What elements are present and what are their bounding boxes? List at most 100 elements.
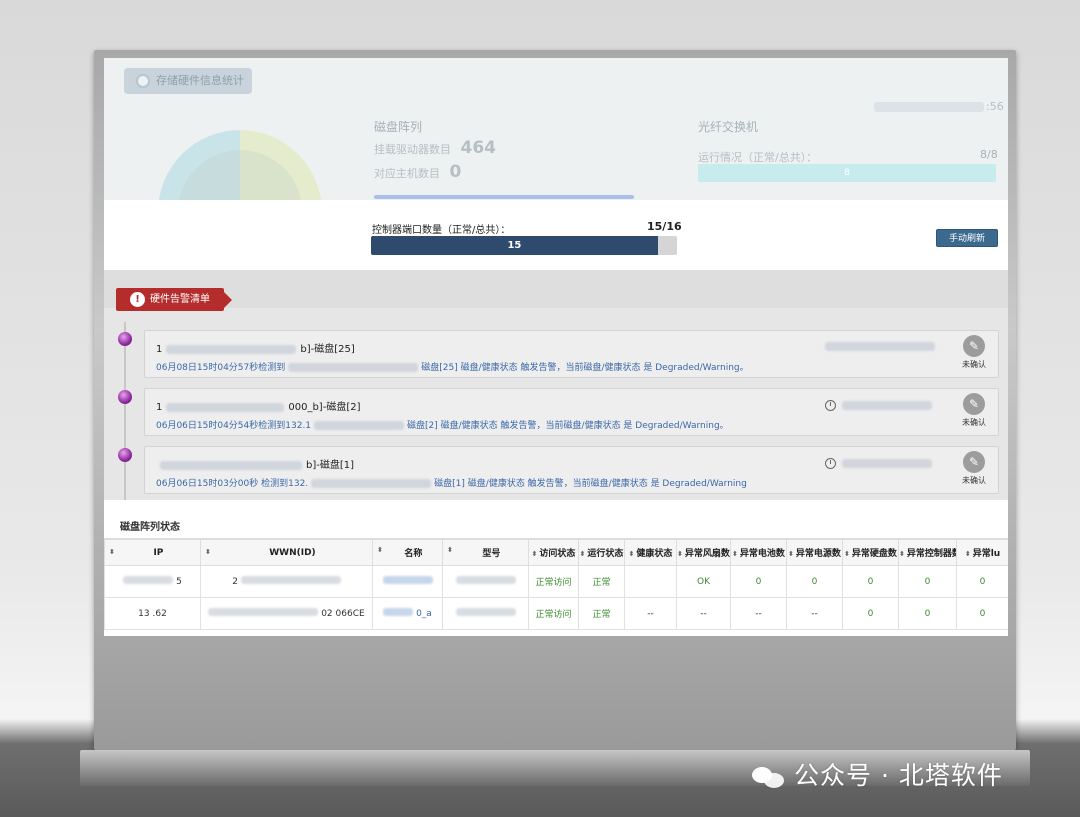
cell-access: 正常访问 bbox=[528, 597, 579, 630]
hardware-stats-label: 存储硬件信息统计 bbox=[156, 74, 244, 87]
clock-icon bbox=[825, 400, 836, 411]
alarm-description: 06月06日15时04分54秒检测到132.1 磁盘[2] 磁盘/健康状态 触发告… bbox=[156, 421, 729, 431]
alarm-item[interactable]: 1 b]-磁盘[25] 06月08日15时04分57秒检测到 磁盘[25] 磁盘/健… bbox=[144, 330, 999, 378]
alarm-description: 06月06日15时03分00秒 检测到132. 磁盘[1] 磁盘/健康状态 触发告… bbox=[156, 479, 747, 489]
host-count-row: 对应主机数目 0 bbox=[374, 162, 461, 182]
alarm-time bbox=[825, 342, 935, 352]
confirm-status: 未确认 bbox=[962, 360, 986, 369]
sort-icon: ⬍ bbox=[677, 550, 683, 558]
driver-count-row: 挂载驱动器数目 464 bbox=[374, 138, 496, 158]
controller-port-progress: 15 bbox=[371, 236, 677, 255]
cell-power: 0 bbox=[786, 565, 843, 598]
column-header-ip[interactable]: ⬍ IP bbox=[104, 539, 201, 566]
controller-port-panel bbox=[104, 200, 1008, 270]
wechat-icon bbox=[752, 765, 786, 789]
cell-battery: 0 bbox=[730, 565, 787, 598]
cell-health bbox=[624, 565, 677, 598]
cell-power: -- bbox=[786, 597, 843, 630]
alarm-item[interactable]: 1 000_b]-磁盘[2] 06月06日15时04分54秒检测到132.1 磁盘[… bbox=[144, 388, 999, 436]
confirm-button[interactable]: ✎ 未确认 bbox=[959, 393, 989, 428]
column-header-battery[interactable]: ⬍ 异常电池数 bbox=[730, 539, 787, 566]
host-count-label: 对应主机数目 bbox=[374, 167, 440, 180]
wechat-watermark: 公众号 · 北塔软件 bbox=[752, 756, 1003, 792]
confirm-button[interactable]: ✎ 未确认 bbox=[959, 335, 989, 370]
alarm-item[interactable]: b]-磁盘[1] 06月06日15时03分00秒 检测到132. 磁盘[1] 磁盘… bbox=[144, 446, 999, 494]
cell-controller: 0 bbox=[898, 565, 957, 598]
column-header-model[interactable]: ⬍ 型号 bbox=[442, 539, 529, 566]
table-row[interactable]: 5 2 正常访问 正常 OK 0 0 0 0 0 bbox=[104, 565, 1008, 598]
confirm-status: 未确认 bbox=[962, 476, 986, 485]
cell-wwn: 02 066CE bbox=[200, 597, 373, 630]
alarm-timeline bbox=[124, 322, 126, 500]
column-header-wwn[interactable]: ⬍ WWN(ID) bbox=[200, 539, 373, 566]
alarm-description: 06月08日15时04分57秒检测到 磁盘[25] 磁盘/健康状态 触发告警，当前… bbox=[156, 363, 749, 373]
alarm-dot bbox=[118, 448, 132, 462]
alarm-title: 1 000_b]-磁盘[2] bbox=[156, 402, 361, 413]
confirm-status: 未确认 bbox=[962, 418, 986, 427]
disk-array-title: 磁盘阵列 bbox=[374, 120, 423, 134]
sort-icon: ⬍ bbox=[447, 546, 453, 554]
cell-fan: -- bbox=[676, 597, 731, 630]
sort-icon: ⬍ bbox=[964, 550, 971, 558]
top-right-value: :56 bbox=[986, 100, 1004, 113]
cell-run: 正常 bbox=[578, 565, 625, 598]
edit-icon: ✎ bbox=[963, 393, 985, 415]
sort-icon: ⬍ bbox=[579, 550, 586, 558]
column-header-run[interactable]: ⬍ 运行状态 bbox=[578, 539, 625, 566]
alarm-list-title: 硬件告警清单 bbox=[150, 294, 210, 305]
dashboard-screen: 存储硬件信息统计 磁盘阵列 挂载驱动器数目 464 对应主机数目 0 光纤交换机… bbox=[104, 58, 1008, 636]
blurred-field bbox=[874, 102, 984, 112]
watermark-text: 公众号 · 北塔软件 bbox=[794, 761, 1003, 790]
alarm-title: 1 b]-磁盘[25] bbox=[156, 344, 355, 355]
cell-access: 正常访问 bbox=[528, 565, 579, 598]
cell-model bbox=[442, 597, 529, 630]
table-row[interactable]: 13 .62 02 066CE 0_a 正常访问 正常 -- -- -- -- … bbox=[104, 597, 1008, 630]
disk-health-bar bbox=[374, 195, 634, 199]
edit-icon: ✎ bbox=[963, 335, 985, 357]
alarm-dot bbox=[118, 332, 132, 346]
column-header-power[interactable]: ⬍ 异常电源数 bbox=[786, 539, 843, 566]
sort-icon: ⬍ bbox=[205, 547, 211, 556]
cell-fan: OK bbox=[676, 565, 731, 598]
manual-refresh-button[interactable]: 手动刷新 bbox=[936, 229, 998, 247]
cell-disk: 0 bbox=[842, 597, 899, 630]
alarm-title: b]-磁盘[1] bbox=[156, 456, 354, 471]
sort-icon: ⬍ bbox=[844, 550, 850, 558]
clock-icon bbox=[825, 458, 836, 469]
alarm-time bbox=[825, 458, 932, 469]
fc-run-bar: 8 bbox=[698, 164, 996, 182]
column-header-access[interactable]: ⬍ 访问状态 bbox=[528, 539, 579, 566]
driver-count-label: 挂载驱动器数目 bbox=[374, 143, 451, 156]
alarm-time bbox=[825, 400, 932, 411]
column-header-lu[interactable]: ⬍ 异常lu bbox=[956, 539, 1008, 566]
fc-switch-title: 光纤交换机 bbox=[698, 120, 759, 134]
driver-count-value: 464 bbox=[460, 138, 497, 158]
controller-port-ratio: 15/16 bbox=[647, 220, 682, 233]
sort-icon: ⬍ bbox=[377, 546, 383, 554]
cell-name[interactable]: 0_a bbox=[372, 597, 443, 630]
cell-ip: 5 bbox=[104, 565, 201, 598]
sort-icon: ⬍ bbox=[531, 550, 538, 558]
disk-array-status-title: 磁盘阵列状态 bbox=[120, 522, 180, 533]
column-header-disk[interactable]: ⬍ 异常硬盘数 bbox=[842, 539, 899, 566]
cell-name[interactable] bbox=[372, 565, 443, 598]
confirm-button[interactable]: ✎ 未确认 bbox=[959, 451, 989, 486]
column-header-name[interactable]: ⬍ 名称 bbox=[372, 539, 443, 566]
alarm-header bbox=[104, 270, 1008, 308]
column-header-controller[interactable]: ⬍ 异常控制器数 bbox=[898, 539, 957, 566]
column-header-fan[interactable]: ⬍ 异常风扇数 bbox=[676, 539, 731, 566]
column-header-health[interactable]: ⬍ 健康状态 bbox=[624, 539, 677, 566]
cell-lu: 0 bbox=[956, 597, 1008, 630]
cell-controller: 0 bbox=[898, 597, 957, 630]
hardware-stats-tag: 存储硬件信息统计 bbox=[124, 68, 252, 94]
cell-health: -- bbox=[624, 597, 677, 630]
sort-icon: ⬍ bbox=[628, 550, 635, 558]
alarm-dot bbox=[118, 390, 132, 404]
fc-run-ratio: 8/8 bbox=[980, 148, 998, 161]
host-count-value: 0 bbox=[449, 162, 462, 182]
controller-port-label: 控制器端口数量（正常/总共）： bbox=[372, 225, 511, 236]
cell-battery: -- bbox=[730, 597, 787, 630]
disk-array-status-table: ⬍ IP ⬍ WWN(ID) ⬍ 名称 ⬍ 型号 ⬍ 访问状态 ⬍ 运行状态 ⬍ 健康状态 ⬍… bbox=[104, 539, 1008, 630]
cell-lu: 0 bbox=[956, 565, 1008, 598]
storage-icon bbox=[136, 74, 150, 88]
